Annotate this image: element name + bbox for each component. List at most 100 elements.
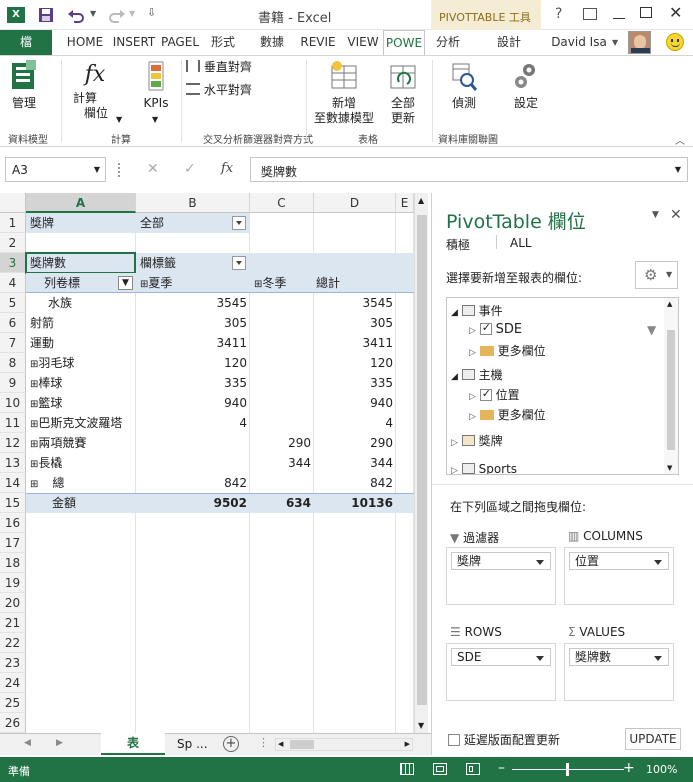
tab-home[interactable]: HOME	[63, 30, 107, 55]
kpis-button[interactable]: KPIs ▼	[138, 60, 174, 126]
column-header-c[interactable]: C	[250, 193, 314, 213]
total-row-label[interactable]: 金額	[52, 493, 76, 513]
tab-all-fields[interactable]: ALL	[510, 236, 532, 250]
row-label[interactable]: ⊞兩項競賽	[30, 433, 86, 453]
row-header[interactable]: 15	[0, 493, 26, 513]
field-list[interactable]: ◢ 事件 ▷ ✓ SDE ▼ ▷ 更多欄位 ◢ 主機 ▷ ✓ 位置 ▷ 更多欄位…	[446, 297, 679, 475]
normal-view-icon[interactable]	[400, 763, 414, 775]
column-labels-cell[interactable]: 欄標籤	[140, 253, 176, 273]
smiley-feedback-icon[interactable]	[666, 33, 684, 51]
value-cell[interactable]: 344	[250, 453, 311, 473]
prev-sheet-icon[interactable]: ◀	[24, 738, 31, 748]
expand-icon[interactable]: ▷	[451, 466, 458, 474]
collapse-ribbon-icon[interactable]: ︿	[675, 132, 685, 147]
refresh-all-button[interactable]: 全部 更新	[380, 60, 426, 126]
tab-data[interactable]: 數據	[254, 30, 290, 55]
value-cell[interactable]: 3545	[136, 293, 247, 313]
columns-zone[interactable]: 位置	[564, 547, 674, 605]
row-header[interactable]: 13	[0, 453, 26, 473]
horizontal-align-button[interactable]: 水平對齊	[186, 83, 266, 101]
hscroll-thumb[interactable]	[290, 740, 314, 749]
row-header[interactable]: 5	[0, 293, 26, 313]
row-header[interactable]: 19	[0, 573, 26, 593]
scroll-up-icon[interactable]: ▲	[667, 300, 672, 308]
calculated-fields-button[interactable]: fx 計算 欄位 ▼	[64, 60, 126, 126]
sheet-tab-other[interactable]: Sp ...	[170, 734, 216, 755]
values-chip[interactable]: 獎牌數	[569, 648, 669, 666]
tab-formulas[interactable]: 形式	[204, 30, 242, 55]
collapse-icon[interactable]: ◢	[451, 372, 458, 382]
worksheet-grid[interactable]: A B C D E 1 2 3 4 5 6 7 8 9 10 11 12 13 14 15 16 17 18 19 2…	[0, 193, 428, 733]
row-header[interactable]: 12	[0, 433, 26, 453]
rows-zone[interactable]: SDE	[446, 643, 556, 701]
page-layout-view-icon[interactable]	[433, 763, 447, 775]
value-cell[interactable]	[136, 433, 247, 453]
value-cell[interactable]: 842	[136, 473, 247, 493]
value-cell[interactable]: 344	[314, 453, 393, 473]
value-cell[interactable]: 3545	[314, 293, 393, 313]
value-cell[interactable]: 290	[250, 433, 311, 453]
excel-logo-icon[interactable]: X	[7, 7, 25, 23]
insert-function-button[interactable]: fx	[221, 161, 233, 176]
value-cell[interactable]	[250, 353, 311, 373]
field-location[interactable]: ▷ ✓ 位置	[469, 386, 520, 403]
scroll-right-icon[interactable]: ▶	[405, 740, 410, 748]
row-header[interactable]: 22	[0, 633, 26, 653]
winter-header[interactable]: ⊞冬季	[254, 273, 286, 293]
row-header[interactable]: 20	[0, 593, 26, 613]
value-cell[interactable]: 4	[136, 413, 247, 433]
table-host[interactable]: ◢ 主機	[451, 366, 503, 383]
value-cell[interactable]	[250, 413, 311, 433]
save-icon[interactable]	[38, 7, 54, 23]
scroll-down-icon[interactable]: ▼	[667, 464, 672, 472]
undo-icon[interactable]	[67, 7, 85, 23]
tab-powerpivot[interactable]: POWE	[383, 30, 425, 56]
vertical-scrollbar[interactable]: ▲ ▼	[414, 193, 428, 733]
more-fields-1[interactable]: ▷ 更多欄位	[469, 342, 546, 359]
filters-zone[interactable]: 獎牌	[446, 547, 556, 605]
zoom-in-icon[interactable]: +	[623, 760, 635, 776]
customize-qat-icon[interactable]: ⇩	[147, 6, 156, 19]
table-medal[interactable]: ▷ 獎牌	[451, 432, 503, 449]
name-box-dropdown-icon[interactable]: ▼	[94, 165, 100, 174]
row-header[interactable]: 7	[0, 333, 26, 353]
value-cell[interactable]: 335	[136, 373, 247, 393]
more-fields-2[interactable]: ▷ 更多欄位	[469, 406, 546, 423]
value-cell[interactable]	[250, 373, 311, 393]
minimize-button[interactable]	[613, 8, 627, 20]
row-label[interactable]: ⊞籃球	[30, 393, 62, 413]
tab-analyze[interactable]: 分析	[433, 30, 463, 55]
field-list-scrollbar[interactable]: ▲ ▼	[664, 298, 678, 474]
tab-pagelayout[interactable]: PAGEL	[158, 30, 202, 55]
value-cell[interactable]: 940	[314, 393, 393, 413]
values-header-cell[interactable]: 獎牌數	[30, 253, 66, 273]
split-grip-icon[interactable]: ⋮	[258, 736, 269, 749]
enter-icon[interactable]: ✓	[184, 161, 196, 177]
field-sde[interactable]: ▷ ✓ SDE	[469, 321, 522, 337]
user-name[interactable]: David Isa	[551, 30, 607, 55]
add-sheet-icon[interactable]: +	[223, 736, 239, 752]
value-cell[interactable]	[250, 293, 311, 313]
grand-total-header[interactable]: 總計	[316, 273, 340, 293]
redo-icon[interactable]	[108, 7, 126, 23]
tab-view[interactable]: VIEW	[344, 30, 382, 55]
pane-close-icon[interactable]: ✕	[670, 207, 682, 223]
value-cell[interactable]	[136, 453, 247, 473]
table-event[interactable]: ◢ 事件	[451, 302, 503, 319]
value-cell[interactable]	[250, 393, 311, 413]
values-zone[interactable]: 獎牌數	[564, 643, 674, 701]
value-cell[interactable]: 3411	[136, 333, 247, 353]
defer-update-option[interactable]: 延遲版面配置更新	[448, 731, 560, 748]
row-header[interactable]: 1	[0, 213, 26, 233]
row-header[interactable]: 4	[0, 273, 26, 293]
zoom-level[interactable]: 100%	[646, 763, 677, 776]
row-header[interactable]: 2	[0, 233, 26, 253]
sheet-tab-active[interactable]: 表	[101, 733, 165, 755]
page-filter-label[interactable]: 獎牌	[30, 213, 54, 233]
row-header[interactable]: 8	[0, 353, 26, 373]
expand-icon[interactable]: ▷	[469, 392, 476, 402]
value-cell[interactable]: 940	[136, 393, 247, 413]
row-header[interactable]: 23	[0, 653, 26, 673]
zoom-slider[interactable]	[512, 763, 624, 776]
row-labels-cell[interactable]: 列卷標	[44, 273, 80, 293]
